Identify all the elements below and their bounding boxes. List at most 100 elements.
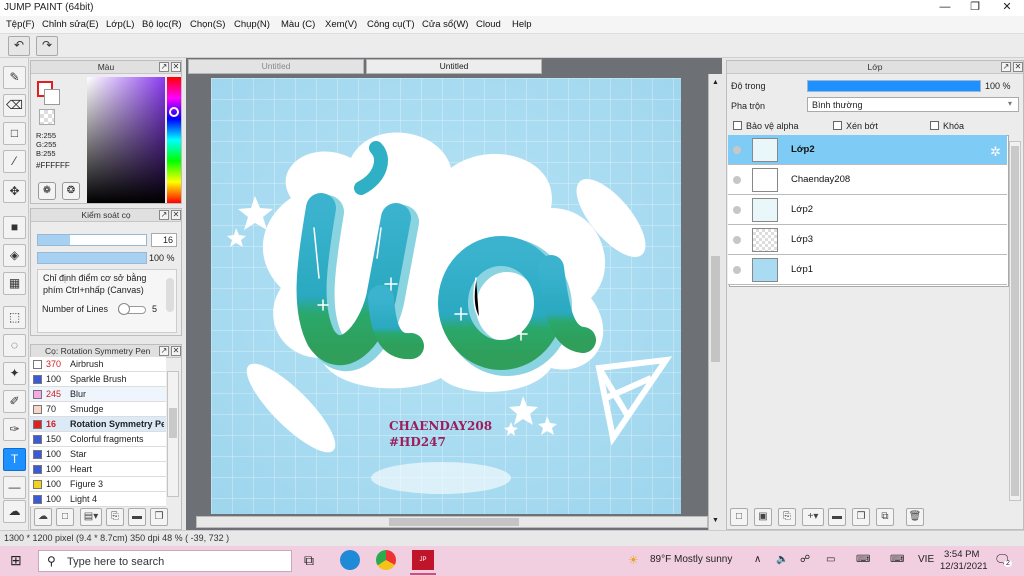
menu-filter[interactable]: Bộ lọc(R) xyxy=(142,19,182,30)
palette-icon[interactable]: ❁ xyxy=(38,182,56,200)
artwork-canvas[interactable]: CHAENDAY208 #HD247 xyxy=(211,78,681,514)
menu-edit[interactable]: Chỉnh sửa(E) xyxy=(42,19,99,30)
layer-row[interactable]: Lớp2 xyxy=(728,195,1007,225)
panel-float-icon[interactable]: ↗ xyxy=(1001,62,1011,72)
protect-alpha-checkbox[interactable] xyxy=(733,121,742,130)
brush-opacity-slider[interactable] xyxy=(37,252,147,264)
select-tool-icon[interactable]: ⬚ xyxy=(3,306,26,329)
pen-tool-icon[interactable]: ✎ xyxy=(3,66,26,89)
brush-list-item[interactable]: 16 Rotation Symmetry Pen xyxy=(30,417,166,432)
menu-tools[interactable]: Công cụ(T) xyxy=(367,19,415,30)
layer-visibility-icon[interactable] xyxy=(733,266,741,274)
cloud-tool-icon[interactable]: ☁ xyxy=(3,500,26,523)
brush-list-item[interactable]: 100 Heart xyxy=(30,462,166,477)
brush-size-slider[interactable] xyxy=(37,234,147,246)
brush-list-item[interactable]: 70 Smudge xyxy=(30,402,166,417)
canvas-horizontal-scrollbar[interactable] xyxy=(196,516,708,528)
redo-button[interactable]: ↷ xyxy=(36,36,58,56)
divider-tool-icon[interactable]: — xyxy=(3,476,26,499)
layer-visibility-icon[interactable] xyxy=(733,236,741,244)
menu-color[interactable]: Màu (C) xyxy=(281,19,315,30)
clipping-checkbox[interactable] xyxy=(833,121,842,130)
layer-list-scrollbar[interactable] xyxy=(1009,141,1021,501)
language-indicator[interactable]: VIE xyxy=(918,554,934,565)
merge-layer-icon[interactable]: ⧉ xyxy=(876,508,894,526)
brush-list-item[interactable]: 100 Figure 3 xyxy=(30,477,166,492)
menu-select[interactable]: Chọn(S) xyxy=(190,19,225,30)
edge-browser-icon[interactable] xyxy=(340,550,360,570)
task-view-icon[interactable]: ⧉ xyxy=(304,552,314,569)
clock-time[interactable]: 3:54 PM xyxy=(944,549,979,560)
keyboard-icon[interactable]: ⌨ xyxy=(856,554,870,565)
lasso-tool-icon[interactable]: ◌ xyxy=(3,334,26,357)
maximize-button[interactable]: ❐ xyxy=(960,0,990,16)
color-history-icon[interactable]: ❂ xyxy=(62,182,80,200)
panel-close-icon[interactable]: ✕ xyxy=(171,62,181,72)
clock-date[interactable]: 12/31/2021 xyxy=(940,561,988,572)
taskbar-search-box[interactable]: ⚲ Type here to search xyxy=(38,550,292,572)
layer-visibility-icon[interactable] xyxy=(733,206,741,214)
layer-row[interactable]: Lớp2 xyxy=(728,135,1007,165)
saturation-value-picker[interactable] xyxy=(87,77,165,203)
jump-paint-taskbar-icon[interactable]: JP xyxy=(412,550,434,570)
canvas-vertical-thumb[interactable] xyxy=(711,256,720,362)
brush-list-item[interactable]: 100 Sparkle Brush xyxy=(30,372,166,387)
brush-list-item[interactable]: 150 Colorful fragments xyxy=(30,432,166,447)
layer-list-scroll-thumb[interactable] xyxy=(1011,146,1019,496)
brush-folder-icon[interactable]: ▬ xyxy=(128,508,146,526)
new-layer-from-icon[interactable]: ▣ xyxy=(754,508,772,526)
brush-list-scrollbar[interactable] xyxy=(167,371,179,497)
transparent-swatch[interactable] xyxy=(39,109,55,125)
brush-copy-icon[interactable]: ⎘ xyxy=(106,508,124,526)
hue-handle[interactable] xyxy=(169,107,179,117)
volume-icon[interactable]: 🔈 xyxy=(776,554,788,565)
menu-window[interactable]: Cửa sổ(W) xyxy=(422,19,468,30)
menu-layer[interactable]: Lớp(L) xyxy=(106,19,134,30)
fill-rect-icon[interactable]: ■ xyxy=(3,216,26,239)
brush-cloud-icon[interactable]: ☁ xyxy=(34,508,52,526)
panel-close-icon[interactable]: ✕ xyxy=(1013,62,1023,72)
new-brush-icon[interactable]: □ xyxy=(56,508,74,526)
start-windows-icon[interactable]: ⊞ xyxy=(10,552,22,569)
brush-duplicate-icon[interactable]: ❐ xyxy=(150,508,168,526)
layer-row[interactable]: Lớp3 xyxy=(728,225,1007,255)
brush-list-item[interactable]: 100 Star xyxy=(30,447,166,462)
undo-button[interactable]: ↶ xyxy=(8,36,30,56)
touch-keyboard-icon[interactable]: ⌨ xyxy=(890,554,904,565)
hue-slider[interactable] xyxy=(167,77,181,203)
layer-add-menu-icon[interactable]: +▾ xyxy=(802,508,824,526)
move-tool-icon[interactable]: ✥ xyxy=(3,180,26,203)
close-button[interactable]: ✕ xyxy=(992,0,1022,16)
copy-layer-icon[interactable]: ⎘ xyxy=(778,508,796,526)
brush-options-scrollbar[interactable] xyxy=(166,278,174,312)
text-tool-icon[interactable]: T xyxy=(3,448,26,471)
blend-mode-select[interactable]: Bình thường ▾ xyxy=(807,97,1019,112)
layer-folder-icon[interactable]: ▬ xyxy=(828,508,846,526)
menu-file[interactable]: Tệp(F) xyxy=(6,19,35,30)
tab-untitled-2[interactable]: Untitled xyxy=(366,59,542,74)
tab-untitled-1[interactable]: Untitled xyxy=(188,59,364,74)
canvas-horizontal-thumb[interactable] xyxy=(389,518,519,526)
layer-settings-gear-icon[interactable]: ✲ xyxy=(990,144,1001,160)
network-icon[interactable]: ☍ xyxy=(800,554,810,565)
magic-wand-icon[interactable]: ✦ xyxy=(3,362,26,385)
select-pen-icon[interactable]: ✐ xyxy=(3,390,26,413)
layer-opacity-slider[interactable] xyxy=(807,80,981,92)
layer-visibility-icon[interactable] xyxy=(733,146,741,154)
brush-menu-icon[interactable]: ▤▾ xyxy=(80,508,102,526)
minimize-button[interactable]: — xyxy=(930,0,960,16)
scroll-up-icon[interactable]: ▲ xyxy=(711,78,720,87)
panel-float-icon[interactable]: ↗ xyxy=(159,210,169,220)
background-color-swatch[interactable] xyxy=(44,89,60,105)
brush-list-item[interactable]: 370 Airbrush xyxy=(30,357,166,372)
layer-visibility-icon[interactable] xyxy=(733,176,741,184)
brush-tool-icon[interactable]: ⁄ xyxy=(3,150,26,173)
duplicate-layer-icon[interactable]: ❐ xyxy=(852,508,870,526)
canvas-vertical-scrollbar[interactable]: ▲ ▼ xyxy=(708,74,722,530)
panel-float-icon[interactable]: ↗ xyxy=(159,62,169,72)
brush-size-value[interactable]: 16 xyxy=(151,233,177,247)
scroll-down-icon[interactable]: ▼ xyxy=(711,516,720,525)
chrome-browser-icon[interactable] xyxy=(376,550,396,570)
eraser-tool-icon[interactable]: ⌫ xyxy=(3,94,26,117)
rect-select-icon[interactable]: □ xyxy=(3,122,26,145)
